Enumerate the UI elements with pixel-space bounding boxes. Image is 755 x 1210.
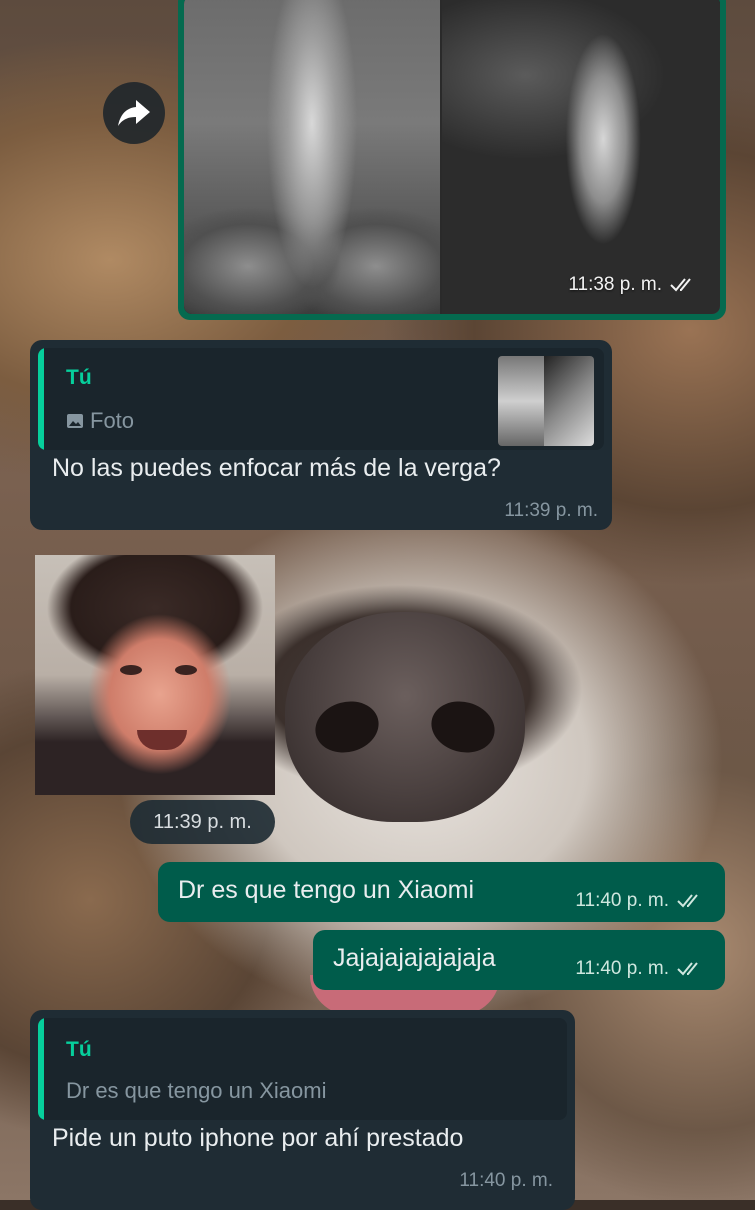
message-time: 11:40 p. m.: [575, 958, 669, 979]
quoted-message[interactable]: Tú Dr es que tengo un Xiaomi: [38, 1018, 567, 1120]
message-time: 11:40 p. m.: [459, 1170, 553, 1191]
sticker-eye-left: [120, 665, 142, 675]
sticker-time: 11:39 p. m.: [130, 800, 275, 844]
quote-author: Tú: [66, 1038, 92, 1061]
double-check-icon: [677, 894, 698, 908]
quoted-message[interactable]: Tú Foto: [38, 348, 604, 450]
outgoing-message[interactable]: Dr es que tengo un Xiaomi 11:40 p. m.: [158, 862, 725, 922]
message-text: Dr es que tengo un Xiaomi: [178, 876, 475, 904]
quote-media-type: Foto: [66, 408, 134, 434]
quote-accent-bar: [38, 348, 44, 450]
xray-image-message[interactable]: 11:38 p. m.: [178, 0, 726, 320]
dog-nose: [285, 612, 525, 822]
double-check-icon: [677, 962, 698, 976]
message-meta: 11:38 p. m.: [568, 274, 698, 296]
share-forward-icon: [118, 100, 150, 126]
xray-lateral-view: [440, 0, 720, 314]
message-text: Pide un puto iphone por ahí prestado: [52, 1124, 464, 1152]
photo-icon: [67, 414, 83, 428]
quote-text: Dr es que tengo un Xiaomi: [66, 1078, 327, 1103]
message-time: 11:38 p. m.: [568, 274, 662, 295]
quote-author: Tú: [66, 366, 92, 389]
sticker-eye-right: [175, 665, 197, 675]
quote-media-label: Foto: [90, 408, 135, 433]
xray-image[interactable]: 11:38 p. m.: [184, 0, 720, 314]
quote-accent-bar: [38, 1018, 44, 1120]
nostril-right: [425, 694, 501, 760]
message-time: 11:39 p. m.: [504, 500, 598, 521]
double-check-icon: [670, 278, 691, 292]
message-meta: 11:40 p. m.: [575, 958, 705, 980]
message-time: 11:40 p. m.: [575, 890, 669, 911]
sticker-mouth: [137, 730, 187, 750]
outgoing-message[interactable]: Jajajajajajajaja 11:40 p. m.: [313, 930, 725, 990]
quote-thumbnail: [498, 356, 594, 446]
nostril-left: [309, 694, 385, 760]
incoming-reply-message[interactable]: Tú Foto No las puedes enfocar más de la …: [30, 340, 612, 530]
incoming-reply-message[interactable]: Tú Dr es que tengo un Xiaomi Pide un put…: [30, 1010, 575, 1210]
message-meta: 11:40 p. m.: [575, 890, 705, 912]
xray-frontal-view: [184, 0, 441, 314]
forward-button[interactable]: [103, 82, 165, 144]
message-text: Jajajajajajajaja: [333, 944, 496, 972]
crying-baby-sticker[interactable]: [35, 555, 275, 795]
message-text: No las puedes enfocar más de la verga?: [52, 454, 501, 482]
